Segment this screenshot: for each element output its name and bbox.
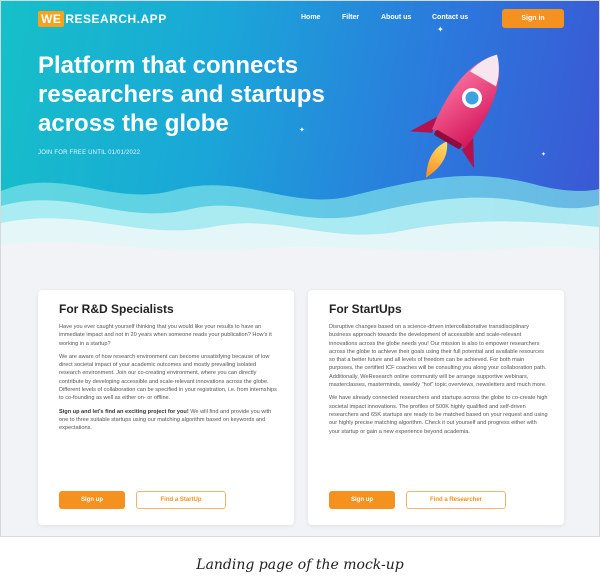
- startups-card: For StartUps Disruptive changes based on…: [308, 290, 564, 525]
- hero-subline: JOIN FOR FREE UNTIL 01/01/2022: [38, 150, 141, 156]
- logo-text: RESEARCH.APP: [65, 11, 167, 26]
- landing-page-frame: WE RESEARCH.APP Home Filter About us Con…: [0, 0, 600, 537]
- card-body: Disruptive changes based on a science-dr…: [329, 323, 549, 441]
- card-paragraph: Sign up and let's find an exciting proje…: [59, 408, 279, 433]
- card-title: For StartUps: [329, 302, 402, 316]
- figure-caption: Landing page of the mock-up: [196, 557, 404, 573]
- headline-line: across the globe: [38, 110, 229, 137]
- find-startup-button[interactable]: Find a StartUp: [136, 491, 226, 509]
- card-title: For R&D Specialists: [59, 302, 174, 316]
- nav-about-us[interactable]: About us: [381, 14, 411, 21]
- sparkle-icon: ✦: [541, 152, 547, 158]
- card-body: Have you ever caught yourself thinking t…: [59, 323, 279, 438]
- logo[interactable]: WE RESEARCH.APP: [38, 10, 167, 27]
- sign-up-button[interactable]: Sign up: [59, 491, 125, 509]
- nav-filter[interactable]: Filter: [342, 14, 359, 21]
- find-researcher-button[interactable]: Find a Researcher: [406, 491, 506, 509]
- headline-line: researchers and startups: [38, 81, 325, 108]
- hero-headline: Platform that connects researchers and s…: [38, 51, 418, 138]
- card-paragraph: We have already connected researchers an…: [329, 395, 548, 435]
- rocket-icon: [409, 54, 500, 178]
- rd-specialists-card: For R&D Specialists Have you ever caught…: [38, 290, 294, 525]
- nav-home[interactable]: Home: [301, 14, 320, 21]
- hero-section: WE RESEARCH.APP Home Filter About us Con…: [1, 1, 599, 261]
- card-paragraph: Have you ever caught yourself thinking t…: [59, 324, 272, 347]
- card-paragraph: We are aware of how research environment…: [59, 353, 277, 402]
- logo-badge: WE: [38, 10, 65, 27]
- card-paragraph: Disruptive changes based on a science-dr…: [329, 324, 547, 389]
- sign-in-button[interactable]: Sign in: [502, 9, 564, 28]
- card-cta-bold: Sign up and let's find an exciting proje…: [59, 408, 189, 415]
- sign-up-button[interactable]: Sign up: [329, 491, 395, 509]
- sparkle-icon: ✦: [437, 25, 444, 34]
- headline-line: Platform that connects: [38, 52, 299, 79]
- nav-contact-us[interactable]: Contact us: [432, 14, 468, 21]
